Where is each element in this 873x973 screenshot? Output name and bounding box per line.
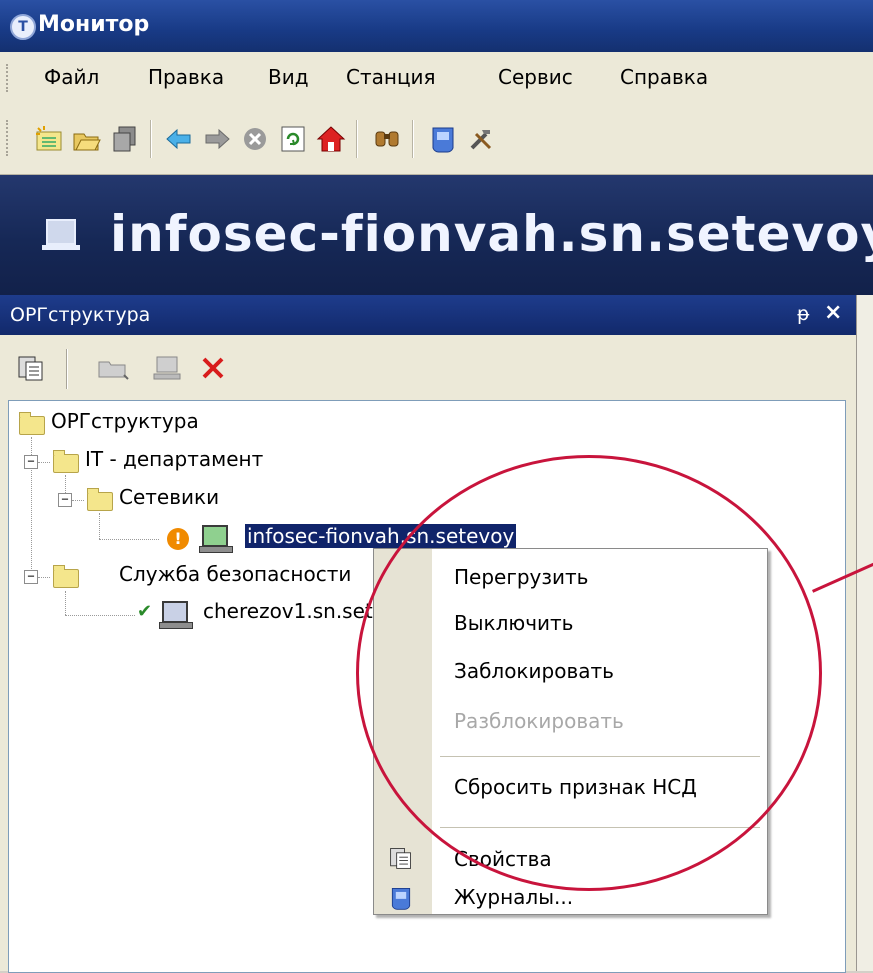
refresh-icon[interactable]: [276, 122, 310, 156]
properties-icon: [388, 845, 414, 871]
menu-separator: [440, 756, 760, 757]
toolbar-separator: [356, 120, 358, 158]
tree-node-it-dept[interactable]: IT - департамент: [85, 447, 263, 471]
menu-view[interactable]: Вид: [268, 65, 309, 89]
menu-station[interactable]: Станция: [346, 65, 436, 89]
menu-item-lock[interactable]: Заблокировать: [454, 659, 614, 683]
computer-icon: [159, 601, 193, 629]
folder-icon: [53, 565, 79, 588]
computer-icon: [42, 219, 80, 250]
menu-file[interactable]: Файл: [44, 65, 99, 89]
tree-node-security[interactable]: Служба безопасности: [119, 562, 351, 586]
collapse-icon[interactable]: −: [58, 493, 72, 507]
right-pane-edge: [856, 295, 873, 971]
tree-guide: [38, 462, 50, 463]
menubar-grip[interactable]: [6, 64, 11, 92]
panel-title: ОРГструктура: [10, 304, 151, 326]
window-title-bar: T Монитор: [0, 0, 873, 52]
computer-icon[interactable]: [150, 353, 184, 387]
tree-guide: [72, 500, 84, 501]
menu-bar: Файл Правка Вид Станция Сервис Справка: [0, 52, 873, 105]
menu-item-reboot[interactable]: Перегрузить: [454, 565, 588, 589]
app-icon: T: [10, 14, 36, 40]
toolbar-separator: [150, 120, 152, 158]
log-icon[interactable]: [426, 122, 460, 156]
main-toolbar: [0, 104, 873, 175]
close-icon[interactable]: ×: [824, 300, 842, 325]
home-icon[interactable]: [314, 122, 348, 156]
tree-guide: [99, 513, 100, 539]
window-title: Монитор: [38, 12, 150, 37]
panel-header: ОРГструктура ᵽ ×: [0, 295, 856, 335]
forward-icon[interactable]: [200, 122, 234, 156]
menu-separator: [440, 827, 760, 828]
collapse-icon[interactable]: −: [24, 570, 38, 584]
toolbar-grip[interactable]: [6, 120, 11, 156]
folder-icon: [53, 450, 79, 473]
menu-item-shutdown[interactable]: Выключить: [454, 611, 573, 635]
collapse-icon[interactable]: −: [24, 455, 38, 469]
menu-edit[interactable]: Правка: [148, 65, 224, 89]
delete-icon[interactable]: [196, 353, 230, 387]
toolbar-separator: [412, 120, 414, 158]
pin-icon[interactable]: ᵽ: [797, 303, 810, 325]
tree-guide: [38, 577, 50, 578]
tree-node-setevik[interactable]: Сетевики: [119, 485, 219, 509]
menu-item-properties[interactable]: Свойства: [454, 847, 552, 871]
stop-icon[interactable]: [238, 122, 272, 156]
tree-node-root[interactable]: ОРГструктура: [51, 409, 199, 433]
context-menu: Перегрузить Выключить Заблокировать Разб…: [373, 548, 768, 915]
properties-icon[interactable]: [14, 353, 48, 387]
panel-toolbar: [0, 335, 856, 400]
tree-guide: [65, 591, 66, 615]
new-folder-icon[interactable]: [96, 353, 130, 387]
tree-guide: [99, 539, 159, 540]
host-banner: infosec-fionvah.sn.setevoy: [0, 175, 873, 295]
menu-service[interactable]: Сервис: [498, 65, 573, 89]
banner-hostname: infosec-fionvah.sn.setevoy: [110, 205, 873, 263]
log-icon: [388, 885, 414, 911]
check-icon: ✔: [137, 601, 153, 622]
folder-icon: [87, 488, 113, 511]
warning-icon: !: [167, 528, 189, 550]
find-icon[interactable]: [370, 122, 404, 156]
menu-item-logs[interactable]: Журналы...: [454, 885, 573, 909]
menu-item-unlock: Разблокировать: [454, 709, 624, 733]
tree-guide: [65, 615, 135, 616]
new-group-icon[interactable]: [32, 122, 66, 156]
open-folder-icon[interactable]: [70, 122, 104, 156]
toolbar-separator: [66, 349, 68, 389]
copy-icon[interactable]: [108, 122, 142, 156]
tools-icon[interactable]: [464, 122, 498, 156]
menu-item-reset-nsd[interactable]: Сбросить признак НСД: [454, 775, 697, 799]
menu-help[interactable]: Справка: [620, 65, 708, 89]
folder-icon: [19, 412, 45, 435]
computer-icon: [199, 525, 233, 553]
tree-node-host-selected[interactable]: infosec-fionvah.sn.setevoy: [245, 524, 517, 548]
back-icon[interactable]: [162, 122, 196, 156]
